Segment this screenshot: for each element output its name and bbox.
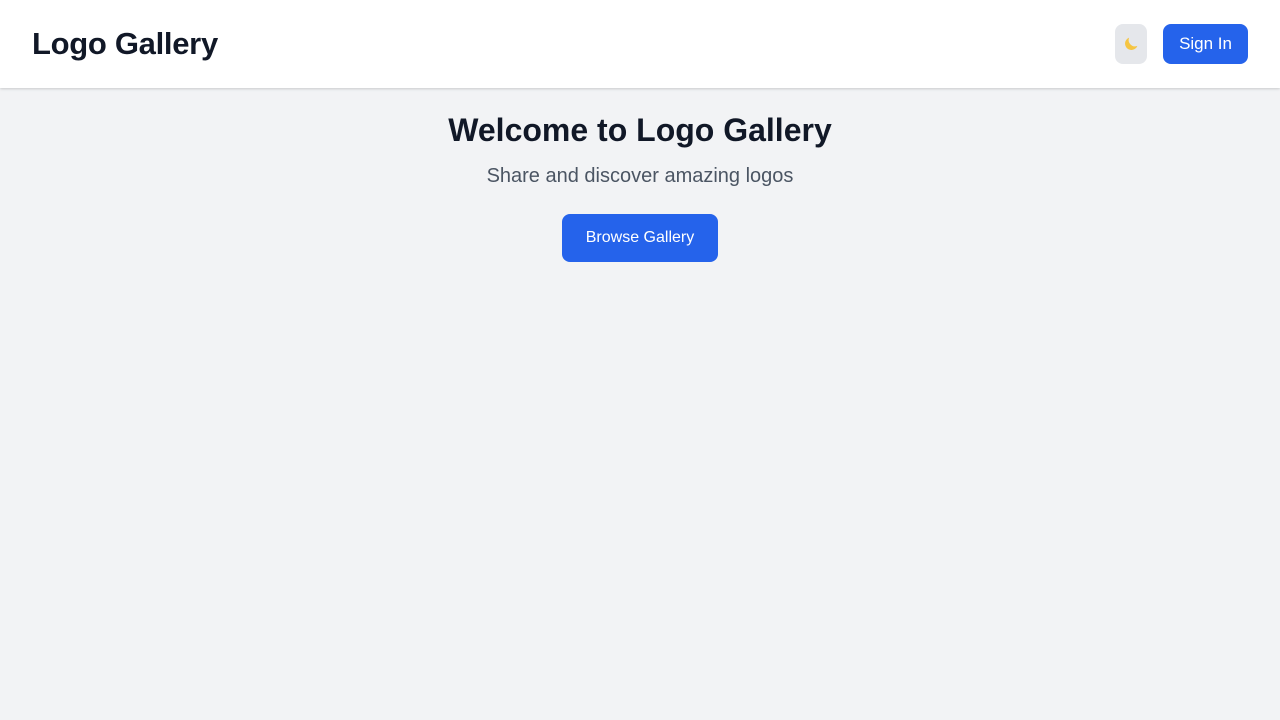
hero-title: Welcome to Logo Gallery (448, 112, 832, 148)
browse-gallery-button[interactable]: Browse Gallery (561, 214, 719, 262)
hero-subtitle: Share and discover amazing logos (486, 165, 794, 187)
moon-icon (1122, 35, 1140, 53)
top-nav: Logo Gallery Sign In (0, 0, 1280, 88)
sign-in-button[interactable]: Sign In (1163, 24, 1248, 64)
hero-section: Welcome to Logo Gallery Share and discov… (0, 88, 1280, 262)
site-logo-text[interactable]: Logo Gallery (32, 26, 218, 62)
header-actions: Sign In (1115, 24, 1248, 64)
theme-toggle-button[interactable] (1115, 24, 1148, 64)
